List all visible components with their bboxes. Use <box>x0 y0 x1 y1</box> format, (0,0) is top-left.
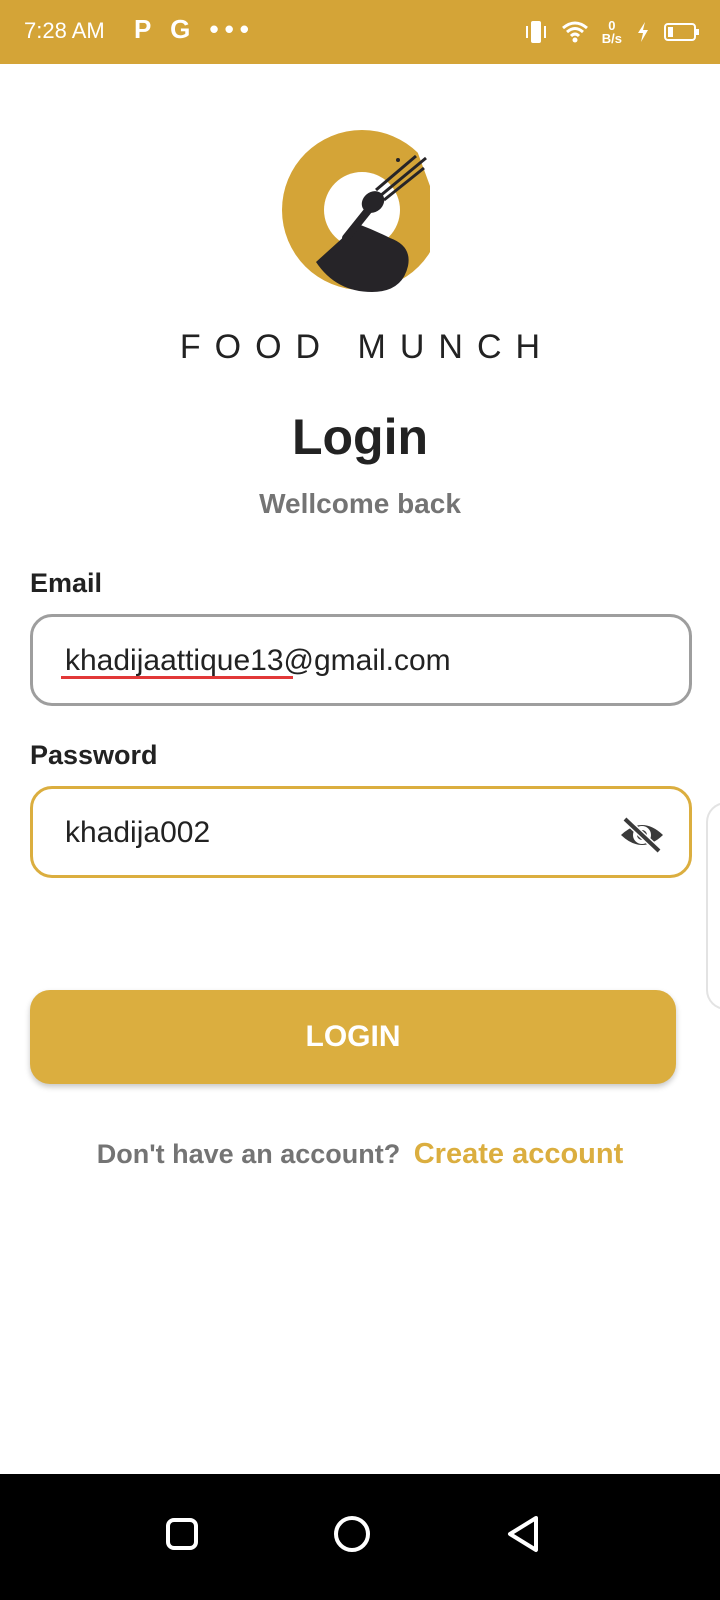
battery-icon <box>664 23 699 41</box>
create-account-link[interactable]: Create account <box>414 1138 624 1170</box>
recents-square-icon[interactable] <box>156 1508 208 1560</box>
no-account-text: Don't have an account? <box>96 1139 401 1169</box>
email-field-container <box>30 614 692 706</box>
email-label: Email <box>30 568 103 598</box>
status-bar: 7:28 AM P G ••• 0 B/s <box>0 0 720 64</box>
brand-name: FOOD MUNCH <box>179 328 555 366</box>
network-rate: 0 B/s <box>602 19 622 45</box>
charging-icon <box>638 22 648 42</box>
notification-icons: P G ••• <box>134 14 255 44</box>
email-field[interactable] <box>63 617 627 705</box>
page-subtitle: Wellcome back <box>259 488 461 519</box>
password-label: Password <box>30 740 158 770</box>
password-field[interactable] <box>63 789 627 877</box>
side-panel-handle[interactable] <box>706 802 720 1010</box>
password-field-container <box>30 786 692 878</box>
spellcheck-underline <box>61 676 293 679</box>
navigation-bar <box>0 1474 720 1600</box>
status-time: 7:28 AM <box>24 18 105 43</box>
visibility-off-icon[interactable] <box>619 815 665 855</box>
wifi-icon <box>561 21 588 43</box>
create-account-prompt: Don't have an account? Create account <box>0 1138 720 1171</box>
status-right-icons: 0 B/s <box>524 10 700 54</box>
page-title: Login <box>291 409 429 465</box>
back-triangle-icon[interactable] <box>498 1508 550 1560</box>
home-circle-icon[interactable] <box>326 1508 378 1560</box>
login-button[interactable]: LOGIN <box>30 990 676 1084</box>
vibrate-icon <box>525 21 546 43</box>
network-rate-unit: B/s <box>601 31 622 46</box>
food-munch-logo-icon <box>282 126 440 298</box>
